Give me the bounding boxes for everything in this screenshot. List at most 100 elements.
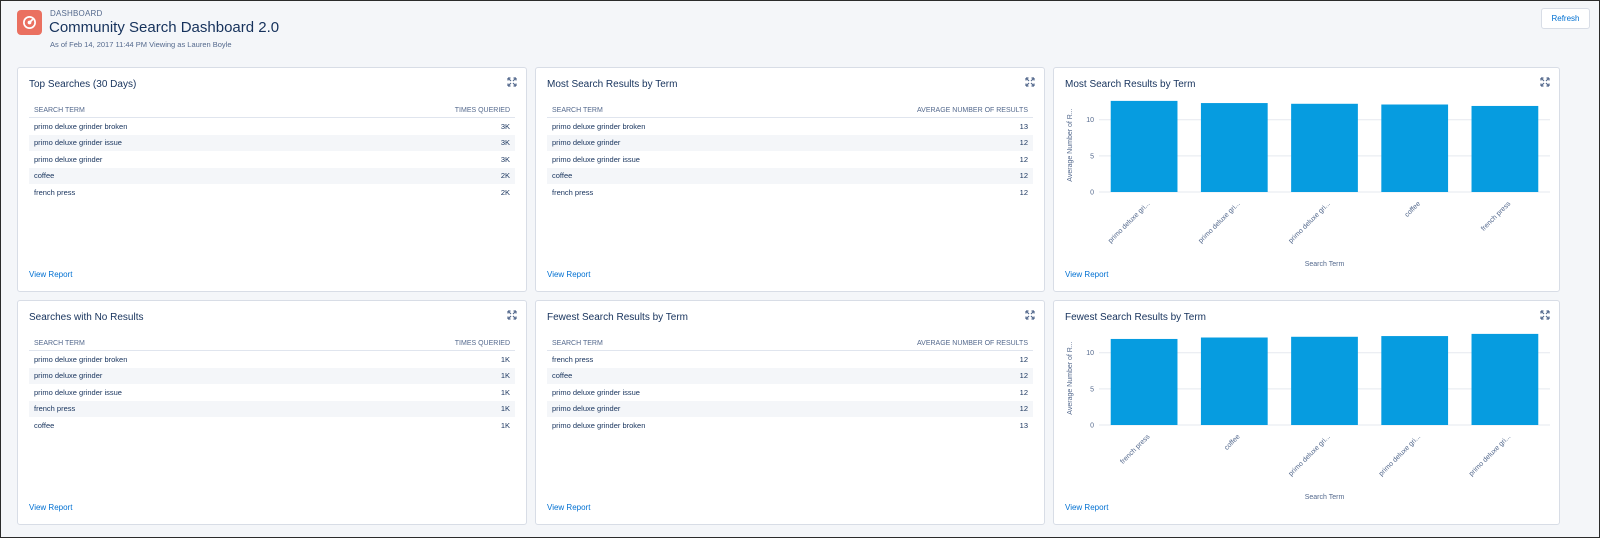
cell-value: 1K [500, 404, 510, 414]
cell-term: primo deluxe grinder issue [34, 138, 122, 148]
cell-value: 13 [1019, 420, 1028, 430]
bar [1200, 337, 1268, 425]
panel-title: Searches with No Results [29, 312, 144, 323]
panel-top-searches: Top Searches (30 Days) SEARCH TERM TIMES… [17, 67, 527, 292]
x-tick-label: primo deluxe gri... [1378, 433, 1422, 477]
panel-title: Most Search Results by Term [547, 79, 678, 90]
cell-term: primo deluxe grinder broken [552, 420, 646, 430]
cell-value: 1K [500, 420, 510, 430]
page-title: Community Search Dashboard 2.0 [49, 19, 280, 36]
column-header: AVERAGE NUMBER OF RESULTS [917, 106, 1028, 114]
cell-value: 12 [1019, 154, 1028, 164]
refresh-button[interactable]: Refresh [1541, 8, 1590, 29]
table-body: primo deluxe grinder broken 3K primo delu… [29, 118, 515, 201]
cell-term: primo deluxe grinder [552, 138, 621, 148]
x-tick-label: primo deluxe gri... [1468, 433, 1512, 477]
cell-value: 3K [500, 138, 510, 148]
panel-fewest-results-table: Fewest Search Results by Term SEARCH TER… [535, 300, 1045, 525]
y-axis-label: Average Number of R... [1067, 108, 1074, 181]
view-report-link[interactable]: View Report [29, 270, 72, 279]
table-row: coffee 12 [547, 167, 1033, 184]
table-row: french press 12 [547, 184, 1033, 201]
x-tick-label: primo deluxe gri... [1197, 200, 1241, 244]
view-report-link[interactable]: View Report [547, 503, 590, 512]
panel-fewest-results-chart: Fewest Search Results by Term 0 5 10 Averag… [1053, 300, 1560, 525]
table-row: primo deluxe grinder 12 [547, 134, 1033, 151]
bar [1381, 336, 1449, 425]
table-row: french press 2K [29, 184, 515, 201]
expand-icon[interactable] [507, 310, 517, 320]
x-tick-label: primo deluxe gri... [1107, 200, 1151, 244]
table-row: french press 12 [547, 351, 1033, 368]
table-header: SEARCH TERM TIMES QUERIED [29, 336, 515, 351]
view-report-link[interactable]: View Report [1065, 503, 1108, 512]
cell-value: 2K [500, 187, 510, 197]
bar [1110, 100, 1178, 192]
table-row: primo deluxe grinder broken 13 [547, 118, 1033, 135]
cell-term: primo deluxe grinder [34, 371, 103, 381]
panel-most-results-chart: Most Search Results by Term 0 5 10 Average … [1053, 67, 1560, 292]
table-body: primo deluxe grinder broken 13 primo delu… [547, 118, 1033, 201]
bar [1291, 103, 1358, 192]
view-report-link[interactable]: View Report [29, 503, 72, 512]
cell-value: 3K [500, 121, 510, 131]
x-tick-label: coffee [1404, 200, 1422, 218]
cell-value: 1K [500, 371, 510, 381]
y-tick-label: 0 [1090, 190, 1094, 197]
column-header: SEARCH TERM [552, 339, 603, 347]
cell-term: coffee [34, 171, 55, 181]
dashboard-logo-icon [17, 10, 42, 35]
expand-icon[interactable] [1025, 77, 1035, 87]
bar [1471, 105, 1539, 192]
table-row: primo deluxe grinder broken 3K [29, 118, 515, 135]
x-axis-label: Search Term [1305, 494, 1345, 501]
view-report-link[interactable]: View Report [547, 270, 590, 279]
bar [1291, 336, 1358, 425]
y-tick-label: 5 [1090, 153, 1094, 160]
x-axis-label: Search Term [1305, 261, 1345, 268]
report-table: SEARCH TERM AVERAGE NUMBER OF RESULTS pr… [547, 103, 1033, 201]
dashboard-header: DASHBOARD Community Search Dashboard 2.0… [2, 2, 1598, 58]
cell-term: primo deluxe grinder broken [552, 121, 646, 131]
cell-value: 13 [1019, 121, 1028, 131]
column-header: TIMES QUERIED [454, 106, 510, 114]
panel-title: Fewest Search Results by Term [547, 312, 688, 323]
x-tick-label: primo deluxe gri... [1288, 200, 1332, 244]
table-row: coffee 12 [547, 367, 1033, 384]
page-subtitle: As of Feb 14, 2017 11:44 PM Viewing as L… [50, 40, 232, 49]
column-header: SEARCH TERM [552, 106, 603, 114]
view-report-link[interactable]: View Report [1065, 270, 1108, 279]
y-axis-label: Average Number of R... [1067, 341, 1074, 414]
cell-value: 12 [1019, 187, 1028, 197]
column-header: AVERAGE NUMBER OF RESULTS [917, 339, 1028, 347]
cell-term: primo deluxe grinder broken [34, 121, 128, 131]
panel-no-results: Searches with No Results SEARCH TERM TIM… [17, 300, 527, 525]
cell-value: 12 [1019, 354, 1028, 364]
column-header: SEARCH TERM [34, 339, 85, 347]
report-table: SEARCH TERM TIMES QUERIED primo deluxe g… [29, 103, 515, 201]
cell-value: 12 [1019, 404, 1028, 414]
expand-icon[interactable] [507, 77, 517, 87]
table-row: primo deluxe grinder broken 1K [29, 351, 515, 368]
expand-icon[interactable] [1025, 310, 1035, 320]
cell-term: primo deluxe grinder issue [552, 154, 640, 164]
dashboard-frame: DASHBOARD Community Search Dashboard 2.0… [0, 0, 1600, 538]
table-row: primo deluxe grinder 3K [29, 151, 515, 168]
bar [1471, 333, 1539, 425]
table-row: french press 1K [29, 400, 515, 417]
x-tick-label: coffee [1223, 433, 1241, 451]
x-tick-label: french press [1480, 200, 1513, 233]
cell-value: 2K [500, 171, 510, 181]
cell-term: french press [552, 354, 594, 364]
panel-title: Top Searches (30 Days) [29, 79, 137, 90]
cell-value: 12 [1019, 138, 1028, 148]
cell-value: 12 [1019, 387, 1028, 397]
bar [1381, 104, 1449, 192]
table-row: coffee 2K [29, 167, 515, 184]
cell-term: primo deluxe grinder [34, 154, 103, 164]
cell-term: primo deluxe grinder broken [34, 354, 128, 364]
report-table: SEARCH TERM AVERAGE NUMBER OF RESULTS fr… [547, 336, 1033, 434]
cell-term: french press [34, 404, 76, 414]
table-body: french press 12 coffee 12 primo deluxe gri… [547, 351, 1033, 434]
cell-value: 1K [500, 354, 510, 364]
